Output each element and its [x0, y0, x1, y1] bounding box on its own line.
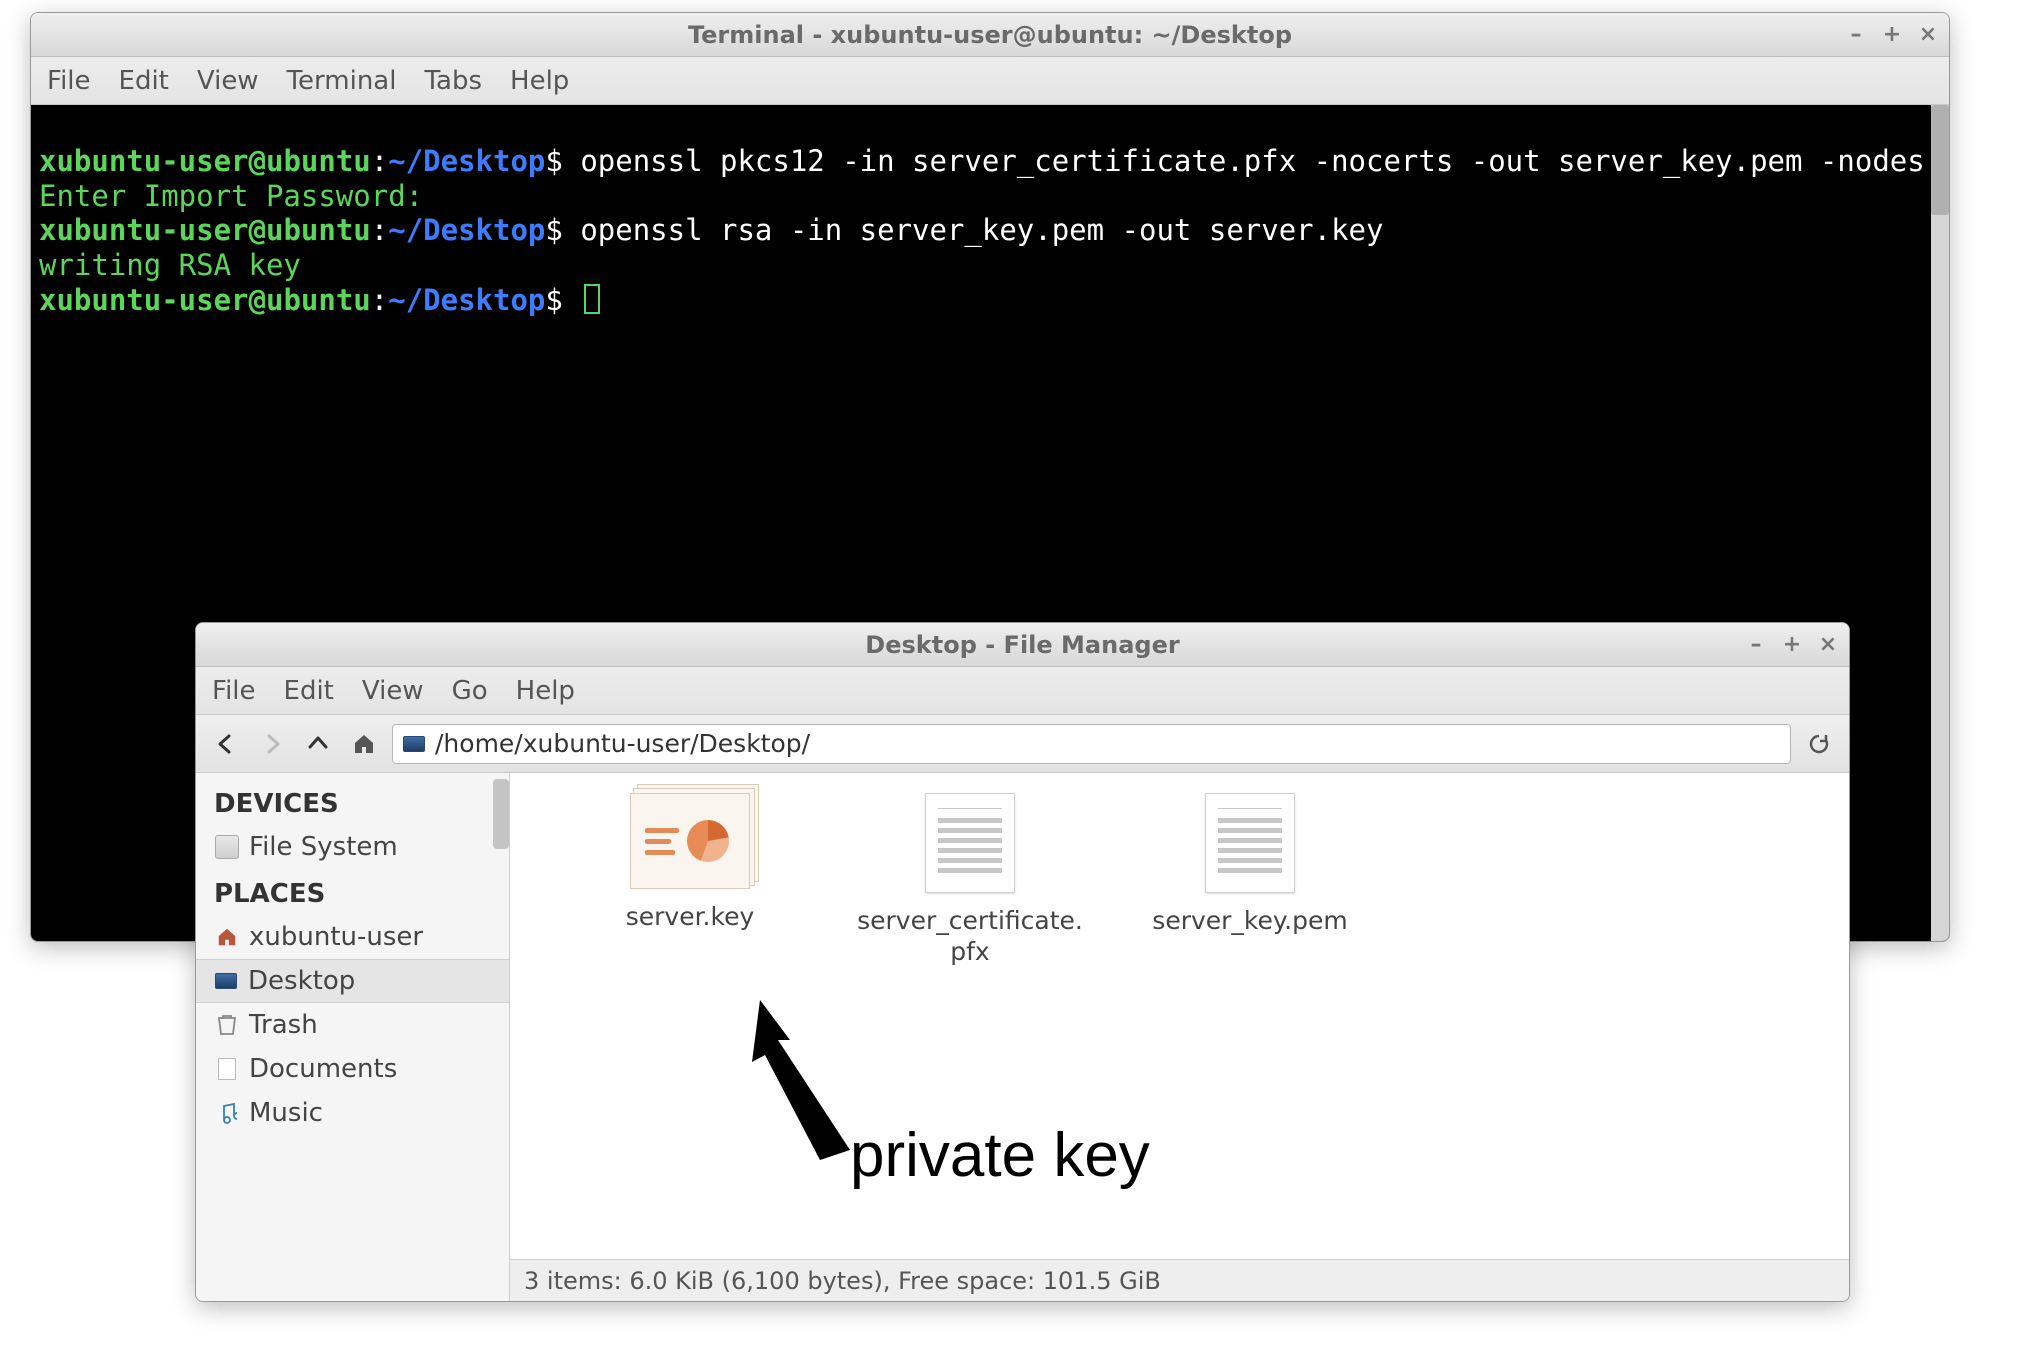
presentation-file-icon [630, 793, 750, 889]
sidebar-label-desktop: Desktop [248, 966, 355, 996]
status-bar: 3 items: 6.0 KiB (6,100 bytes), Free spa… [510, 1259, 1849, 1301]
prompt-tilde: ~ [388, 144, 405, 178]
sidebar-scroll-thumb[interactable] [493, 779, 509, 849]
file-manager-menubar: File Edit View Go Help [196, 667, 1849, 715]
terminal-cursor [584, 284, 600, 314]
terminal-command-1: openssl pkcs12 -in server_certificate.pf… [580, 144, 1924, 178]
annotation-label: private key [850, 1120, 1150, 1191]
file-item-server-certificate[interactable]: server_certificate.pfx [850, 793, 1090, 968]
file-label: server_certificate.pfx [850, 905, 1090, 968]
menu-tabs[interactable]: Tabs [424, 66, 482, 96]
sidebar-item-documents[interactable]: Documents [196, 1047, 509, 1091]
close-button[interactable]: × [1817, 634, 1839, 656]
location-input[interactable] [433, 728, 1780, 759]
nav-back-button[interactable] [208, 726, 244, 762]
sidebar-item-music[interactable]: Music [196, 1091, 509, 1135]
menu-view[interactable]: View [197, 66, 259, 96]
prompt-user: xubuntu-user [39, 144, 249, 178]
prompt-colon: : [371, 144, 388, 178]
prompt-slash: / [406, 144, 423, 178]
terminal-scroll-thumb[interactable] [1931, 105, 1949, 215]
sidebar-label-home: xubuntu-user [249, 922, 423, 952]
prompt-at: @ [249, 144, 266, 178]
menu-terminal[interactable]: Terminal [287, 66, 397, 96]
file-item-server-key-pem[interactable]: server_key.pem [1130, 793, 1370, 936]
menu-view[interactable]: View [362, 676, 424, 706]
home-icon [352, 732, 376, 756]
home-icon [215, 925, 239, 949]
menu-go[interactable]: Go [452, 676, 488, 706]
minimize-button[interactable]: – [1845, 24, 1867, 46]
text-file-icon [925, 793, 1015, 893]
text-file-icon [1205, 793, 1295, 893]
menu-edit[interactable]: Edit [119, 66, 169, 96]
arrow-up-icon [308, 734, 328, 754]
menu-edit[interactable]: Edit [284, 676, 334, 706]
music-icon [215, 1101, 239, 1125]
menu-help[interactable]: Help [510, 66, 569, 96]
prompt-host: ubuntu [266, 144, 371, 178]
file-item-server-key[interactable]: server.key [570, 793, 810, 932]
menu-file[interactable]: File [47, 66, 91, 96]
refresh-button[interactable] [1801, 726, 1837, 762]
sidebar-item-desktop[interactable]: Desktop [196, 959, 509, 1003]
nav-home-button[interactable] [346, 726, 382, 762]
desktop-icon [403, 736, 425, 752]
terminal-output-2: writing RSA key [39, 248, 301, 282]
close-button[interactable]: × [1917, 24, 1939, 46]
terminal-scrollbar[interactable] [1931, 105, 1949, 941]
nav-up-button[interactable] [300, 726, 336, 762]
file-label: server_key.pem [1152, 905, 1347, 936]
sidebar-label-documents: Documents [249, 1054, 397, 1084]
trash-icon [215, 1013, 239, 1037]
menu-file[interactable]: File [212, 676, 256, 706]
sidebar-label-filesystem: File System [249, 832, 398, 862]
file-view[interactable]: server.key server_certificate.pfx server… [510, 773, 1849, 1301]
terminal-command-2: openssl rsa -in server_key.pem -out serv… [580, 213, 1383, 247]
sidebar-header-places: PLACES [196, 869, 509, 915]
sidebar-label-trash: Trash [249, 1010, 318, 1040]
file-manager-titlebar[interactable]: Desktop - File Manager – + × [196, 623, 1849, 667]
file-manager-window: Desktop - File Manager – + × File Edit V… [195, 622, 1850, 1302]
location-bar[interactable] [392, 724, 1791, 764]
document-icon [215, 1057, 239, 1081]
sidebar-header-devices: DEVICES [196, 779, 509, 825]
prompt-dollar: $ [545, 144, 562, 178]
refresh-icon [1807, 732, 1831, 756]
minimize-button[interactable]: – [1745, 634, 1767, 656]
sidebar-item-trash[interactable]: Trash [196, 1003, 509, 1047]
sidebar[interactable]: DEVICES File System PLACES xubuntu-user … [196, 773, 510, 1301]
status-text: 3 items: 6.0 KiB (6,100 bytes), Free spa… [524, 1267, 1161, 1295]
sidebar-item-filesystem[interactable]: File System [196, 825, 509, 869]
terminal-titlebar[interactable]: Terminal - xubuntu-user@ubuntu: ~/Deskto… [31, 13, 1949, 57]
terminal-output-1: Enter Import Password: [39, 179, 423, 213]
maximize-button[interactable]: + [1881, 24, 1903, 46]
terminal-menubar: File Edit View Terminal Tabs Help [31, 57, 1949, 105]
arrow-right-icon [262, 734, 282, 754]
arrow-left-icon [216, 734, 236, 754]
desktop-icon [214, 969, 238, 993]
menu-help[interactable]: Help [516, 676, 575, 706]
prompt-dir: Desktop [423, 144, 545, 178]
hdd-icon [215, 835, 239, 859]
maximize-button[interactable]: + [1781, 634, 1803, 656]
file-label: server.key [626, 901, 755, 932]
file-grid: server.key server_certificate.pfx server… [510, 773, 1849, 1259]
terminal-title: Terminal - xubuntu-user@ubuntu: ~/Deskto… [31, 21, 1949, 49]
file-manager-title: Desktop - File Manager [196, 631, 1849, 659]
sidebar-item-home[interactable]: xubuntu-user [196, 915, 509, 959]
sidebar-label-music: Music [249, 1098, 323, 1128]
nav-forward-button[interactable] [254, 726, 290, 762]
file-manager-toolbar [196, 715, 1849, 773]
